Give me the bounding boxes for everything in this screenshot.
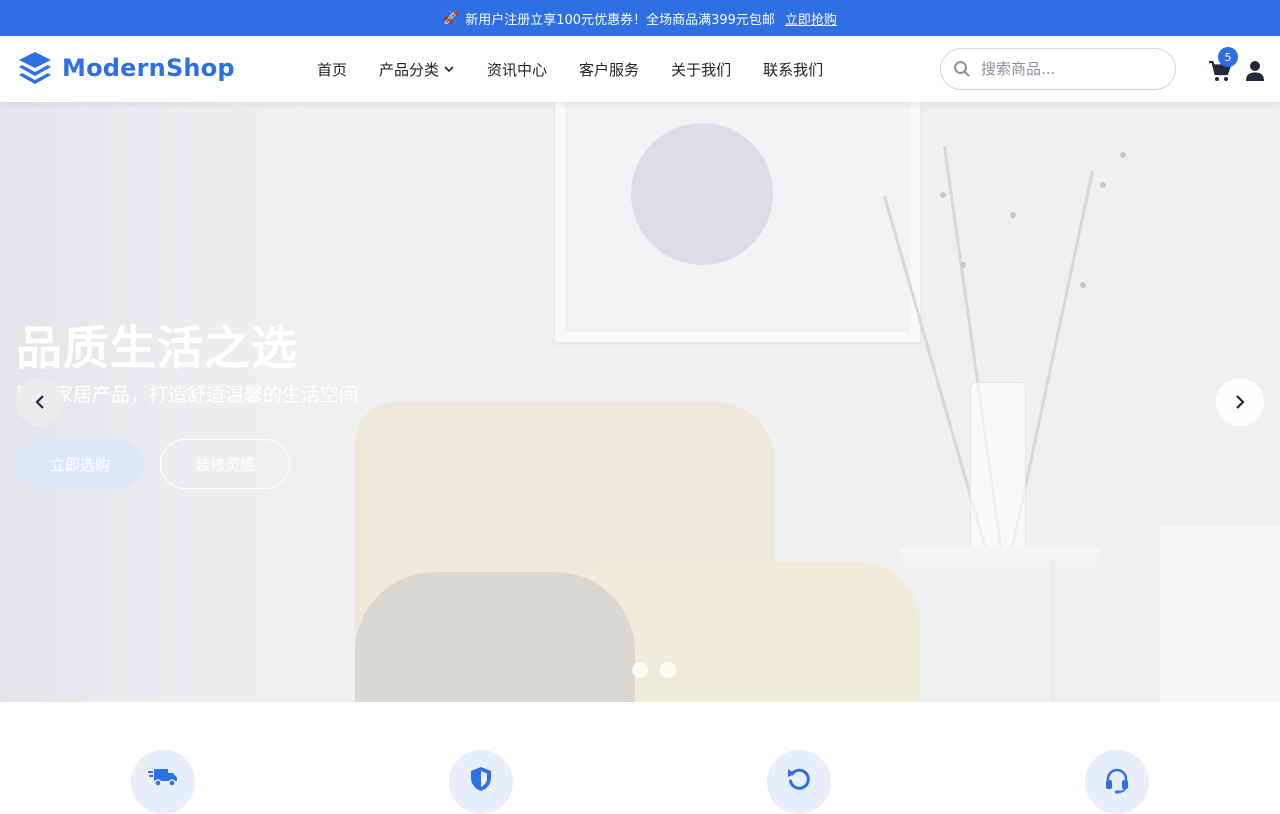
armchair-arm [355, 572, 635, 702]
cabinet-image [1160, 527, 1280, 702]
nav-label: 产品分类 [379, 60, 440, 79]
rocket-icon: 🚀 [443, 10, 460, 26]
nav-categories[interactable]: 产品分类 [379, 59, 455, 80]
cart-count-badge: 5 [1218, 47, 1238, 67]
main-nav: 首页 产品分类 资讯中心 客户服务 关于我们 联系我们 [317, 36, 855, 102]
inspiration-button[interactable]: 装修灵感 [160, 439, 290, 489]
plant-leaf [1120, 152, 1126, 158]
brand-name: ModernShop [62, 54, 235, 82]
feature-returns [767, 750, 831, 814]
promo-text: 新用户注册立享100元优惠券！全场商品满399元包邮 [465, 12, 775, 28]
hero-subtitle: 精选家居产品，打造舒适温馨的生活空间 [16, 384, 359, 406]
nav-label: 首页 [317, 60, 348, 79]
search-icon [954, 61, 970, 77]
logo[interactable]: ModernShop [18, 51, 235, 85]
plant-leaf [1010, 212, 1016, 218]
search-box [940, 48, 1176, 90]
layers-icon [19, 52, 51, 84]
nav-service[interactable]: 客户服务 [579, 59, 639, 80]
chevron-down-icon [444, 66, 454, 73]
shield-icon [471, 767, 491, 791]
hero-title: 品质生活之选 [16, 321, 298, 375]
feature-guarantee [449, 750, 513, 814]
nav-contact[interactable]: 联系我们 [763, 59, 823, 80]
carousel-prev-button[interactable] [16, 378, 64, 426]
carousel-dot-1[interactable] [632, 662, 648, 678]
return-icon [788, 768, 810, 790]
search-input[interactable] [981, 60, 1161, 78]
nav-news[interactable]: 资讯中心 [487, 59, 547, 80]
plant-leaf [960, 262, 966, 268]
user-icon[interactable] [1245, 60, 1265, 82]
nav-about[interactable]: 关于我们 [671, 59, 731, 80]
features-section [0, 702, 1280, 814]
frame-art-image [631, 123, 773, 265]
nav-home[interactable]: 首页 [317, 59, 347, 80]
promo-link[interactable]: 立即抢购 [785, 9, 837, 28]
side-table-image [900, 547, 1100, 561]
feature-shipping [131, 750, 195, 814]
carousel-dots [632, 662, 676, 678]
chevron-right-icon [1236, 395, 1245, 409]
nav-label: 关于我们 [671, 60, 732, 79]
nav-label: 客户服务 [579, 60, 640, 79]
vase-image [970, 382, 1026, 552]
site-header: ModernShop 首页 产品分类 资讯中心 客户服务 关于我们 联系我们 5 [0, 36, 1280, 102]
carousel-next-button[interactable] [1216, 378, 1264, 426]
plant-leaf [1080, 282, 1086, 288]
nav-label: 联系我们 [763, 60, 824, 79]
chevron-left-icon [35, 395, 44, 409]
plant-leaf [940, 192, 946, 198]
truck-icon [148, 769, 177, 787]
carousel-dot-2[interactable] [660, 662, 676, 678]
feature-support [1085, 750, 1149, 814]
nav-label: 资讯中心 [487, 60, 548, 79]
plant-leaf [1100, 182, 1106, 188]
side-table-leg [1050, 560, 1056, 702]
hero-banner: 品质生活之选 精选家居产品，打造舒适温馨的生活空间 立即选购 装修灵感 [0, 102, 1280, 702]
headset-icon [1106, 768, 1128, 794]
promo-bar: 🚀 新用户注册立享100元优惠券！全场商品满399元包邮 立即抢购 [0, 0, 1280, 36]
shop-now-button[interactable]: 立即选购 [16, 439, 144, 489]
